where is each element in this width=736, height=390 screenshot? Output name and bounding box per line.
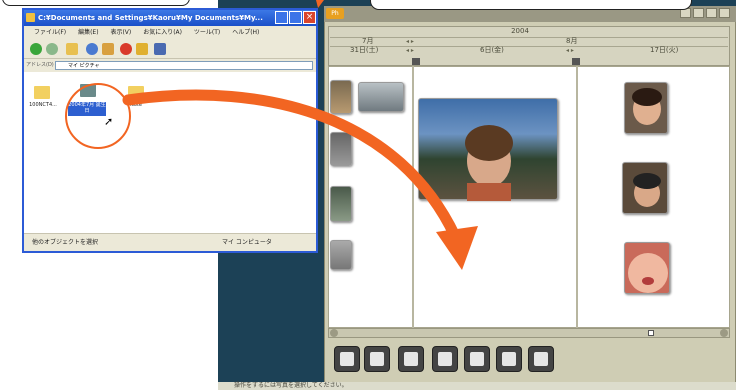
highlight-circle [65,83,131,149]
drag-arrow [122,89,461,242]
drag-arrow-overlay [65,0,478,270]
callout-tail [316,0,324,8]
arrow-head [436,226,478,270]
